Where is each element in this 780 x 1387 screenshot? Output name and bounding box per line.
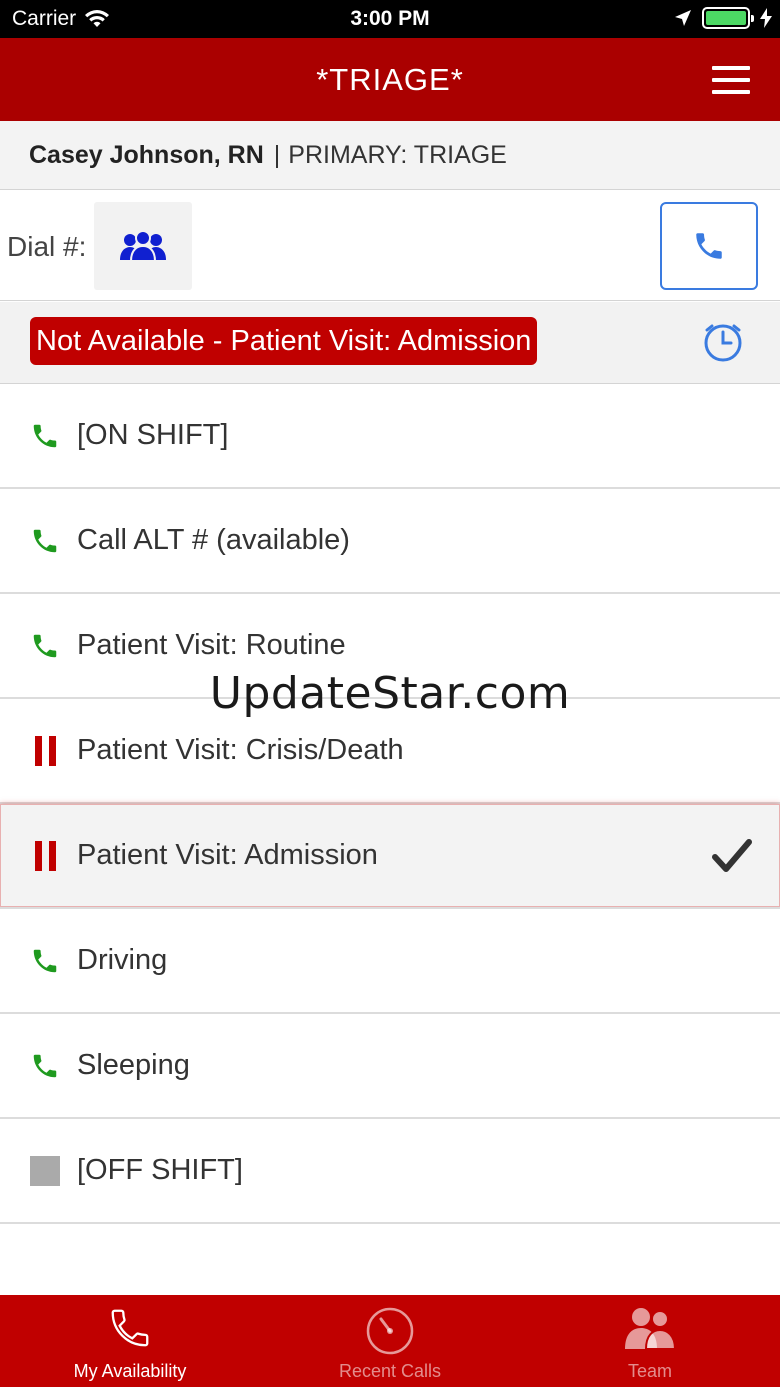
group-icon [120,230,166,262]
tab-recent-calls[interactable]: Recent Calls [260,1295,520,1387]
page-title: *TRIAGE* [316,62,464,97]
user-info-bar: Casey Johnson, RN | PRIMARY: TRIAGE [0,121,780,190]
option-label: Patient Visit: Admission [77,839,378,871]
ios-status-bar: Carrier 3:00 PM [0,0,780,38]
pause-icon [28,804,62,907]
tab-label: Team [627,1361,672,1381]
team-icon [520,1305,780,1351]
pause-icon [28,699,62,802]
user-role: PRIMARY: TRIAGE [288,140,507,169]
contacts-button[interactable] [94,202,192,290]
phone-icon [28,384,62,487]
tab-label: Recent Calls [338,1361,442,1381]
phone-icon [28,594,62,697]
app-header: *TRIAGE* [0,38,780,121]
phone-icon [28,489,62,592]
location-arrow-icon [675,10,691,26]
battery-icon [702,7,754,29]
option-label: [ON SHIFT] [77,419,229,451]
option-label: Driving [77,944,168,976]
option-label: Sleeping [77,1049,190,1081]
option-visit-admission[interactable]: Patient Visit: Admission [0,804,780,909]
current-status-badge: Not Available - Patient Visit: Admission [30,317,538,365]
option-visit-crisis[interactable]: Patient Visit: Crisis/Death [0,699,780,804]
phone-icon [28,909,62,1012]
phone-icon [0,1305,260,1351]
checkmark-icon [712,804,752,907]
hamburger-menu-icon[interactable] [712,66,750,94]
user-separator: | [273,140,281,169]
option-on-shift[interactable]: [ON SHIFT] [0,384,780,489]
clock-icon[interactable] [702,321,744,363]
option-label: Patient Visit: Routine [77,629,346,661]
phone-icon [696,233,722,259]
option-off-shift[interactable]: [OFF SHIFT] [0,1119,780,1224]
battery-level [706,11,746,25]
current-status-row: Not Available - Patient Visit: Admission [0,302,780,384]
option-visit-routine[interactable]: Patient Visit: Routine [0,594,780,699]
dial-icon [260,1305,520,1355]
option-driving[interactable]: Driving [0,909,780,1014]
clock-time: 3:00 PM [350,7,430,30]
option-sleeping[interactable]: Sleeping [0,1014,780,1119]
phone-icon [28,1014,62,1117]
tab-team[interactable]: Team [520,1295,780,1387]
user-name: Casey Johnson, RN [29,140,264,169]
option-label: Patient Visit: Crisis/Death [77,734,404,766]
option-label: [OFF SHIFT] [77,1154,243,1186]
dial-row: Dial #: [0,191,780,301]
square-icon [28,1119,62,1222]
tab-my-availability[interactable]: My Availability [0,1295,260,1387]
bottom-tab-bar: My Availability Recent Calls Team [0,1295,780,1387]
availability-options-list: [ON SHIFT] Call ALT # (available) Patien… [0,384,780,1224]
status-right-group [674,7,772,29]
dial-label: Dial #: [7,231,87,262]
option-call-alt[interactable]: Call ALT # (available) [0,489,780,594]
option-label: Call ALT # (available) [77,524,350,556]
charging-bolt-icon [760,8,772,28]
tab-label: My Availability [73,1361,187,1381]
call-button[interactable] [660,202,758,290]
